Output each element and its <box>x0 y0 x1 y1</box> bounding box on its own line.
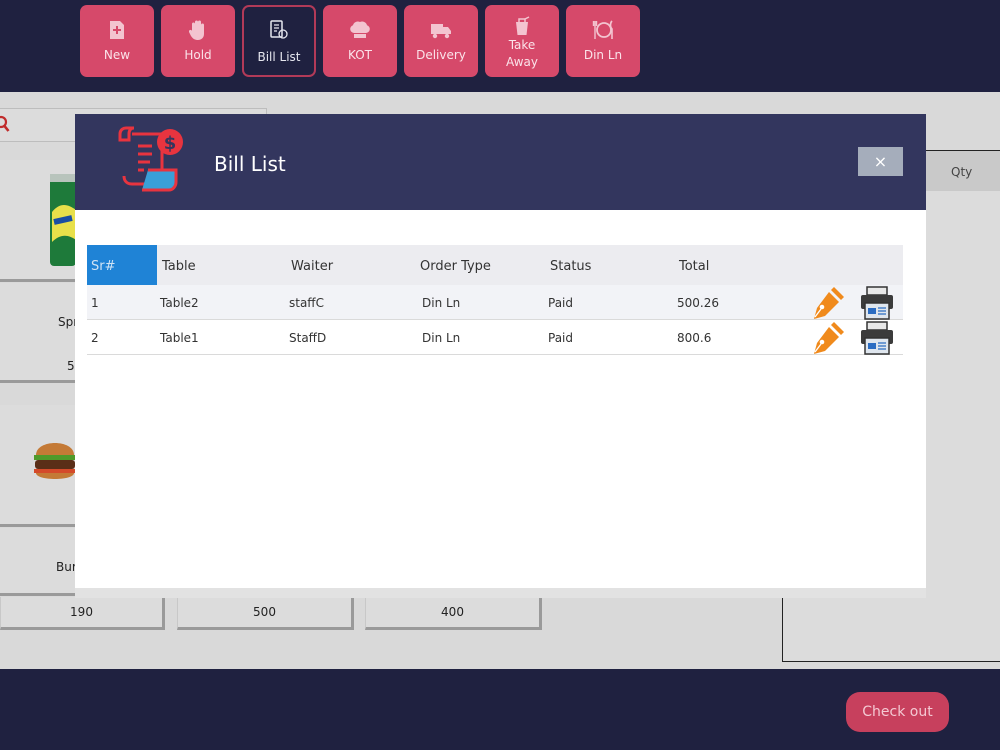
new-label: New <box>103 48 131 62</box>
table-row[interactable]: 2 Table1 StaffD Din Ln Paid 800.6 <box>87 320 903 355</box>
column-header-waiter[interactable]: Waiter <box>291 259 333 274</box>
price-value: 500 <box>253 605 276 619</box>
modal-title: Bill List <box>214 152 286 176</box>
product-card-burger[interactable]: Bur <box>0 528 78 596</box>
cell-table: Table2 <box>160 296 199 310</box>
cell-total: 800.6 <box>677 331 712 345</box>
product-price-box-3[interactable]: 400 <box>365 597 542 630</box>
cell-table: Table1 <box>160 331 199 345</box>
bill-list-icon <box>244 19 314 41</box>
kot-label: KOT <box>348 48 372 62</box>
product-card-image[interactable] <box>0 160 78 282</box>
column-header-sr-label: Sr# <box>91 259 116 274</box>
product-price: 5 <box>67 359 75 373</box>
cell-waiter: StaffD <box>289 331 327 345</box>
kot-icon <box>323 19 397 41</box>
checkout-button[interactable]: Check out <box>846 692 949 732</box>
cell-order-type: Din Ln <box>422 331 461 345</box>
bill-list-label: Bill List <box>257 50 301 64</box>
edit-pen-icon[interactable] <box>809 286 845 323</box>
printer-icon[interactable] <box>859 321 895 358</box>
column-header-table[interactable]: Table <box>162 259 196 274</box>
close-button[interactable]: × <box>858 147 903 176</box>
close-icon: × <box>873 152 888 171</box>
take-away-label: Take Away <box>487 37 557 71</box>
search-icon <box>0 115 10 137</box>
price-value: 190 <box>70 605 93 619</box>
cell-status: Paid <box>548 296 574 310</box>
column-header-total[interactable]: Total <box>679 259 709 274</box>
cell-status: Paid <box>548 331 574 345</box>
hold-label: Hold <box>184 48 212 62</box>
take-away-icon <box>485 15 559 37</box>
take-away-button[interactable]: Take Away <box>485 5 559 77</box>
table-header: Sr# Table Waiter Order Type Status Total <box>87 245 903 285</box>
delivery-icon <box>404 19 478 41</box>
kot-button[interactable]: KOT <box>323 5 397 77</box>
modal-footer-bar <box>75 588 926 598</box>
burger-image <box>34 443 76 479</box>
new-button[interactable]: New <box>80 5 154 77</box>
product-price-box-1[interactable]: 190 <box>0 597 165 630</box>
column-header-sr[interactable]: Sr# <box>87 245 157 285</box>
new-icon <box>80 19 154 41</box>
cell-total: 500.26 <box>677 296 719 310</box>
cell-sr: 1 <box>91 296 99 310</box>
svg-text:$: $ <box>164 133 177 154</box>
product-card-image-2[interactable] <box>0 405 78 527</box>
cell-waiter: staffC <box>289 296 324 310</box>
top-toolbar: New Hold Bill List KOT Delivery Take Awa… <box>0 0 1000 92</box>
product-name-2: Bur <box>56 560 77 574</box>
take-away-label-line2: Away <box>506 55 538 69</box>
hold-button[interactable]: Hold <box>161 5 235 77</box>
bill-icon: $ <box>118 126 183 192</box>
bill-table: Sr# Table Waiter Order Type Status Total… <box>87 245 903 355</box>
bill-list-button[interactable]: Bill List <box>242 5 316 77</box>
bill-list-modal: $ Bill List × Sr# Table Waiter Order Typ… <box>75 114 926 598</box>
din-ln-label: Din Ln <box>583 48 623 62</box>
din-ln-button[interactable]: Din Ln <box>566 5 640 77</box>
price-value: 400 <box>441 605 464 619</box>
edit-pen-icon[interactable] <box>809 321 845 358</box>
cell-sr: 2 <box>91 331 99 345</box>
delivery-label: Delivery <box>416 48 466 62</box>
delivery-button[interactable]: Delivery <box>404 5 478 77</box>
take-away-label-line1: Take <box>508 38 536 52</box>
column-header-status[interactable]: Status <box>550 259 591 274</box>
table-row[interactable]: 1 Table2 staffC Din Ln Paid 500.26 <box>87 285 903 320</box>
modal-header: $ Bill List × <box>75 114 926 210</box>
hold-icon <box>161 19 235 41</box>
din-ln-icon <box>566 19 640 41</box>
product-price-box-2[interactable]: 500 <box>177 597 354 630</box>
product-card-sprite[interactable]: Spr 5 <box>0 283 78 383</box>
qty-column-header: Qty <box>951 165 973 179</box>
printer-icon[interactable] <box>859 286 895 323</box>
column-header-order-type[interactable]: Order Type <box>420 259 491 274</box>
sprite-can-image <box>50 174 76 266</box>
cell-order-type: Din Ln <box>422 296 461 310</box>
